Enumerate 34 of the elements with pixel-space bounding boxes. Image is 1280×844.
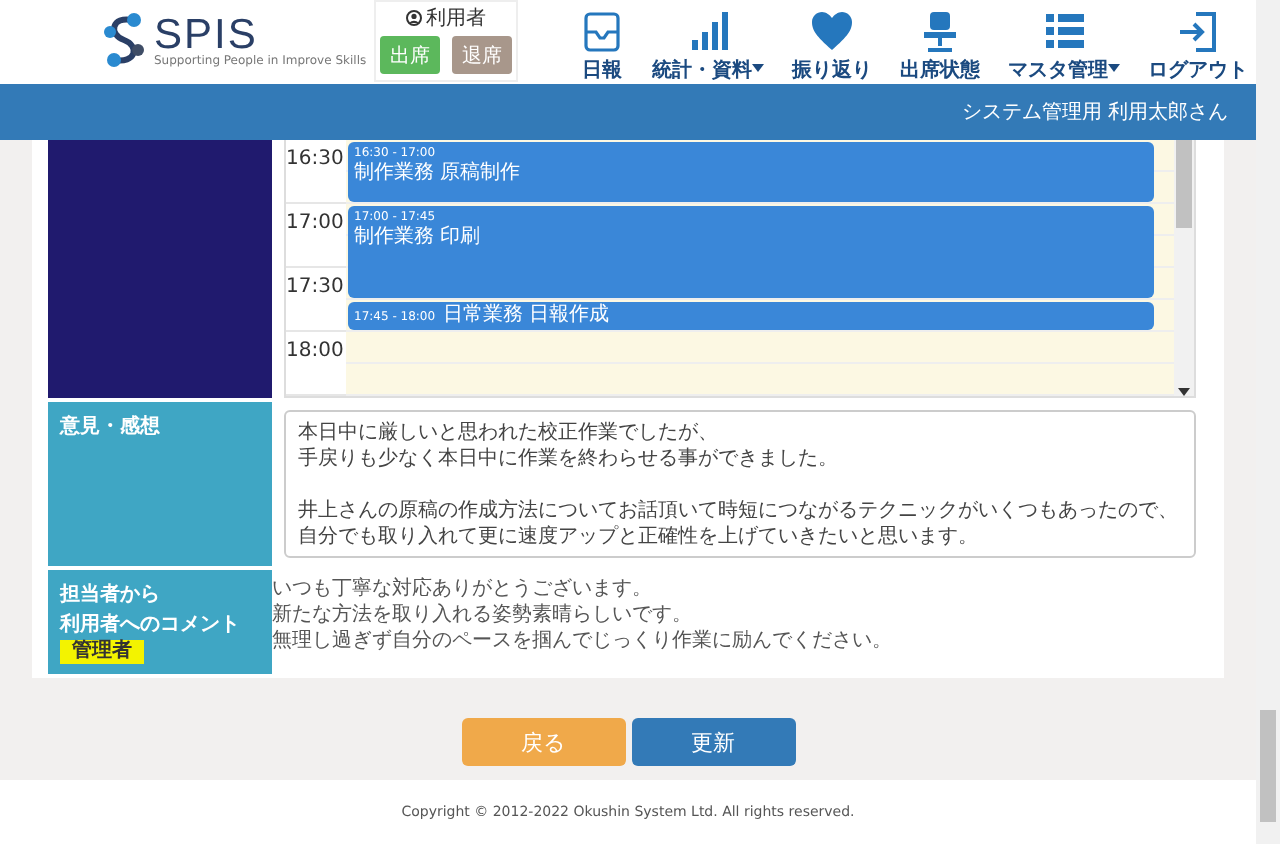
event-title: 日常業務 日報作成 bbox=[443, 304, 610, 328]
logo-icon bbox=[100, 10, 148, 70]
logout-icon bbox=[1176, 10, 1221, 52]
comment-text: 無理し過ぎず自分のペースを掴んでじっくり作業に励んでください。 bbox=[272, 628, 894, 654]
logo-text: SPIS bbox=[154, 14, 258, 58]
row-label: 担当者から bbox=[60, 581, 162, 610]
comment-text: いつも丁寧な対応ありがとうございます。 bbox=[272, 576, 654, 602]
comment-text: 新たな方法を取り入れる姿勢素晴らしいです。 bbox=[272, 602, 694, 628]
text-line: 手戻りも少なく本日中に作業を終わらせる事ができました。 bbox=[298, 446, 840, 472]
opinion-field[interactable]: 本日中に厳しいと思われた校正作業でしたが、 手戻りも少なく本日中に作業を終わらせる事ができました。 井上さんの原稿の作成方法についてお話頂いて時短につながるテクニックがいくつもあったので、 自分でも取り入れて更に速度アップと正確性を上げていきたいと思います。 bbox=[284, 410, 1196, 558]
bar-chart-icon bbox=[686, 10, 731, 52]
nav-item[interactable]: 出席状態 bbox=[886, 0, 995, 84]
nav-item[interactable]: 日報 bbox=[566, 0, 639, 84]
tray-icon bbox=[580, 10, 625, 52]
text-line: 本日中に厳しいと思われた校正作業でしたが、 bbox=[298, 420, 720, 446]
user-icon bbox=[406, 10, 423, 26]
nav-item[interactable]: 統計・資料 bbox=[638, 0, 779, 84]
role-badge: 管理者 bbox=[60, 640, 144, 664]
nav-item[interactable]: マスタ管理 bbox=[994, 0, 1135, 84]
nav-item[interactable]: 振り返り bbox=[778, 0, 887, 84]
heart-icon bbox=[810, 10, 855, 52]
text-line: 自分でも取り入れて更に速度アップと正確性を上げていきたいと思います。 bbox=[298, 524, 980, 550]
nav-item[interactable]: ログアウト bbox=[1134, 0, 1263, 84]
scroll-down-icon[interactable] bbox=[1178, 388, 1190, 396]
row-label: 利用者へのコメント bbox=[60, 611, 242, 639]
row-label: 意見・感想 bbox=[60, 413, 162, 442]
event-title: 制作業務 印刷 bbox=[354, 226, 483, 250]
update-button[interactable]: 更新 bbox=[631, 718, 795, 766]
scrollbar[interactable] bbox=[1174, 140, 1194, 396]
text-line: 井上さんの原稿の作成方法についてお話頂いて時短につながるテクニックがいくつもあったので、 bbox=[298, 498, 1180, 524]
user-label: 利用者 bbox=[426, 5, 487, 32]
list-icon bbox=[1042, 10, 1087, 52]
user-name: システム管理用 利用太郎さん bbox=[961, 99, 1228, 126]
event-title: 制作業務 原稿制作 bbox=[354, 162, 523, 186]
